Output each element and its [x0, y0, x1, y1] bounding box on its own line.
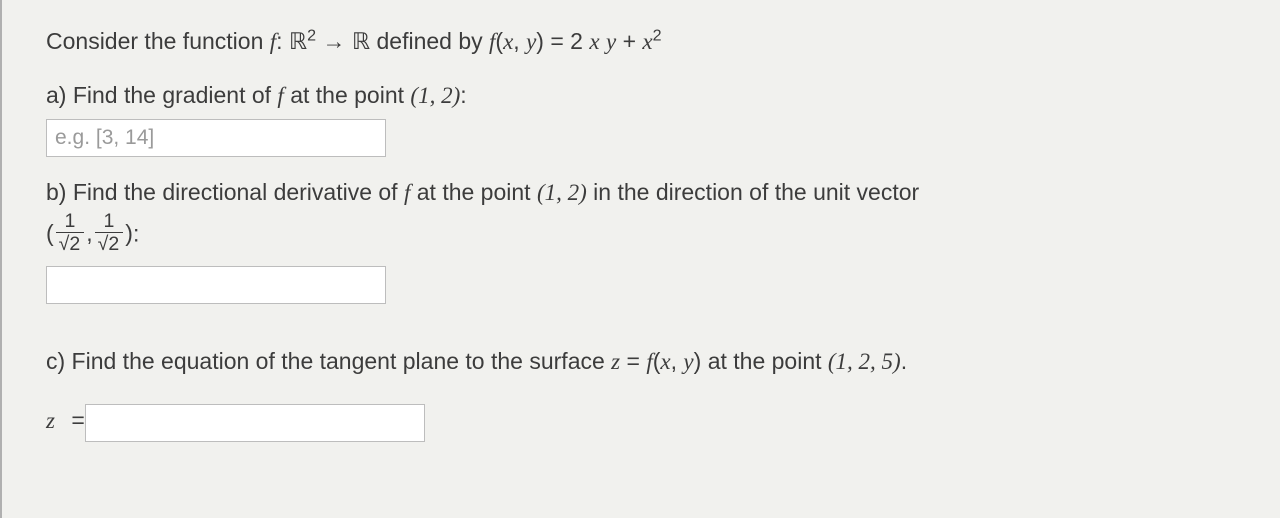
surface-eq: z = f(x, y) [611, 348, 701, 374]
part-c-point: (1, 2, 5) [828, 349, 901, 374]
part-c-input-row: z = [46, 400, 1240, 442]
part-b-tail: in the direction of the unit vector [593, 179, 919, 205]
part-b-f: f [404, 179, 410, 205]
z-equals: z = [46, 403, 85, 439]
unit-vector: (12, 12) [46, 211, 133, 257]
intro-line: Consider the function f: ℝ2 → ℝ defined … [46, 24, 1240, 60]
part-c-period: . [901, 348, 907, 374]
part-b-point: (1, 2) [537, 180, 587, 205]
part-b-colon: : [133, 220, 139, 246]
part-a-input-row [46, 115, 1240, 157]
part-c-label: c) Find the equation of the tangent plan… [46, 348, 611, 374]
part-a-f: f [277, 82, 283, 108]
part-a-mid: at the point [290, 82, 410, 108]
part-c-mid: at the point [708, 348, 828, 374]
intro-block: Consider the function f: ℝ2 → ℝ defined … [46, 24, 1240, 60]
directional-derivative-input[interactable] [46, 266, 386, 304]
part-a-block: a) Find the gradient of f at the point (… [46, 78, 1240, 158]
part-c-block: c) Find the equation of the tangent plan… [46, 344, 1240, 442]
gradient-input[interactable] [46, 119, 386, 157]
part-a-point: (1, 2) [410, 83, 460, 108]
part-a-prompt: a) Find the gradient of f at the point (… [46, 78, 1240, 114]
intro-mid: defined by [376, 28, 489, 54]
part-b-label: b) Find the directional derivative of [46, 179, 404, 205]
part-b-block: b) Find the directional derivative of f … [46, 175, 1240, 304]
intro-prefix: Consider the function [46, 28, 270, 54]
question-page: Consider the function f: ℝ2 → ℝ defined … [0, 0, 1280, 518]
part-b-input-row [46, 262, 1240, 304]
part-c-prompt: c) Find the equation of the tangent plan… [46, 344, 1240, 380]
part-a-colon: : [460, 82, 466, 108]
tangent-plane-input[interactable] [85, 404, 425, 442]
function-definition: f(x, y) = 2 x y + x2 [489, 28, 662, 54]
part-a-label: a) Find the gradient of [46, 82, 277, 108]
part-b-mid: at the point [417, 179, 537, 205]
part-b-prompt-line2: (12, 12): [46, 211, 1240, 257]
part-b-prompt-line1: b) Find the directional derivative of f … [46, 175, 1240, 211]
function-declaration: f: ℝ2 → ℝ [270, 28, 370, 54]
